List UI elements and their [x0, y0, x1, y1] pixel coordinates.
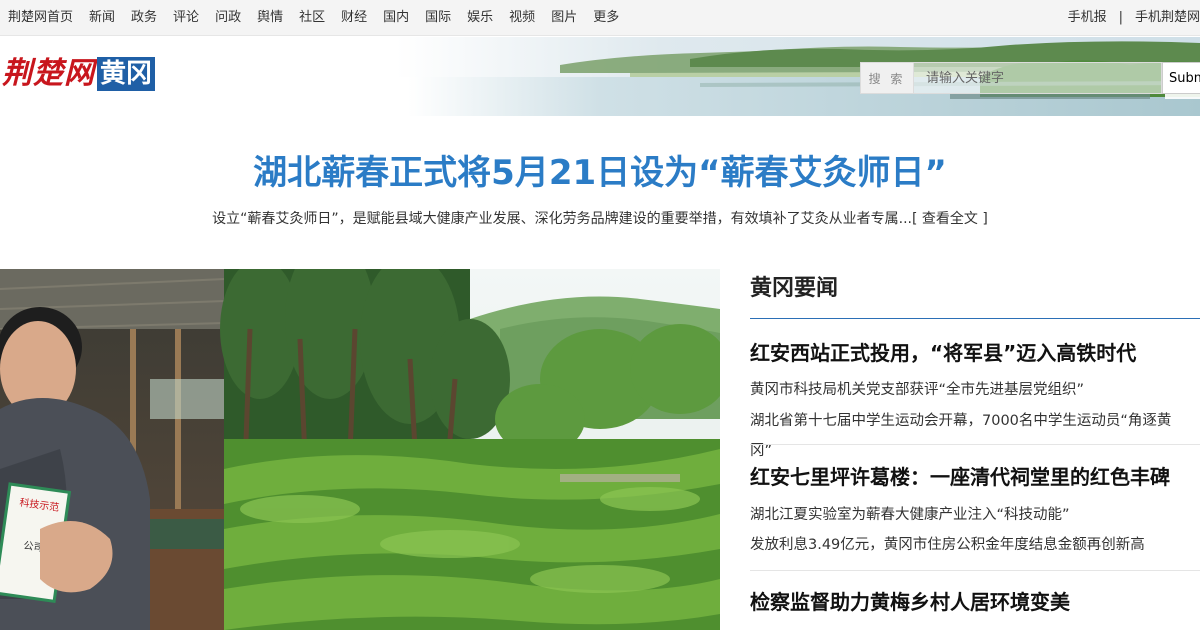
nav-link-entertainment[interactable]: 娱乐: [467, 9, 493, 27]
nav-link-news[interactable]: 新闻: [89, 9, 115, 27]
logo-region-badge: 黄冈: [97, 57, 156, 91]
logo-brand-text: 荆楚网: [2, 56, 95, 91]
nav-link-commentary[interactable]: 评论: [173, 9, 199, 27]
mobile-site-link[interactable]: 手机荆楚网: [1135, 9, 1200, 27]
lead-headline[interactable]: 湖北蕲春正式将5月21日设为“蕲春艾灸师日”: [0, 150, 1200, 196]
nav-link-more[interactable]: 更多: [593, 9, 619, 27]
nav-separator: |: [1118, 10, 1123, 25]
nav-link-government[interactable]: 政务: [131, 9, 157, 27]
news-column: 黄冈要闻 红安西站正式投用，“将军县”迈入高铁时代 黄冈市科技局机关党支部获评“…: [750, 269, 1200, 630]
top-nav-bar: 荆楚网首页 新闻 政务 评论 问政 舆情 社区 财经 国内 国际 娱乐 视频 图…: [0, 0, 1200, 36]
nav-link-pictures[interactable]: 图片: [551, 9, 577, 27]
nav-link-international[interactable]: 国际: [425, 9, 451, 27]
news-divider: [750, 570, 1200, 571]
nav-link-finance[interactable]: 财经: [341, 9, 367, 27]
nav-link-community[interactable]: 社区: [299, 9, 325, 27]
search-submit-button[interactable]: Submit: [1162, 62, 1200, 94]
news-headline-3[interactable]: 检察监督助力黄梅乡村人居环境变美: [750, 587, 1195, 617]
nav-link-public-opinion[interactable]: 舆情: [257, 9, 283, 27]
news-sub-link-4[interactable]: 发放利息3.49亿元，黄冈市住房公积金年度结息金额再创新高: [750, 530, 1190, 560]
news-sub-link-3[interactable]: 湖北江夏实验室为蕲春大健康产业注入“科技动能”: [750, 500, 1190, 530]
search-label: 搜 索: [860, 62, 914, 94]
section-rule: [750, 318, 1200, 319]
search-box: 搜 索 Submit: [860, 62, 1200, 94]
header-banner: 荆楚网 黄冈 搜 索 Submit: [0, 37, 1200, 116]
news-divider: [750, 444, 1200, 445]
top-nav-links: 荆楚网首页 新闻 政务 评论 问政 舆情 社区 财经 国内 国际 娱乐 视频 图…: [8, 9, 635, 27]
lead-summary: 设立“蕲春艾灸师日”，是赋能县域大健康产业发展、深化劳务品牌建设的重要举措，有效…: [0, 208, 1200, 230]
search-input[interactable]: [914, 62, 1162, 94]
featured-photo[interactable]: 科技示范 公司: [0, 269, 720, 630]
nav-link-domestic[interactable]: 国内: [383, 9, 409, 27]
news-headline-2[interactable]: 红安七里坪许葛楼：一座清代祠堂里的红色丰碑: [750, 462, 1195, 492]
nav-link-home[interactable]: 荆楚网首页: [8, 9, 73, 27]
news-headline-1[interactable]: 红安西站正式投用，“将军县”迈入高铁时代: [750, 338, 1195, 368]
site-logo[interactable]: 荆楚网 黄冈: [2, 56, 156, 91]
mobile-newspaper-link[interactable]: 手机报: [1068, 9, 1107, 27]
news-sub-link-1[interactable]: 黄冈市科技局机关党支部获评“全市先进基层党组织”: [750, 375, 1190, 405]
read-full-link[interactable]: [ 查看全文 ]: [912, 211, 988, 227]
nav-link-video[interactable]: 视频: [509, 9, 535, 27]
nav-link-inquiry[interactable]: 问政: [215, 9, 241, 27]
top-nav-right: 手机报 | 手机荆楚网: [1068, 9, 1200, 27]
section-title[interactable]: 黄冈要闻: [750, 273, 838, 305]
lead-summary-text: 设立“蕲春艾灸师日”，是赋能县域大健康产业发展、深化劳务品牌建设的重要举措，有效…: [212, 211, 913, 227]
featured-photo-image: 科技示范 公司: [0, 269, 720, 630]
news-sub-link-2[interactable]: 湖北省第十七届中学生运动会开幕，7000名中学生运动员“角逐黄冈”: [750, 406, 1190, 466]
